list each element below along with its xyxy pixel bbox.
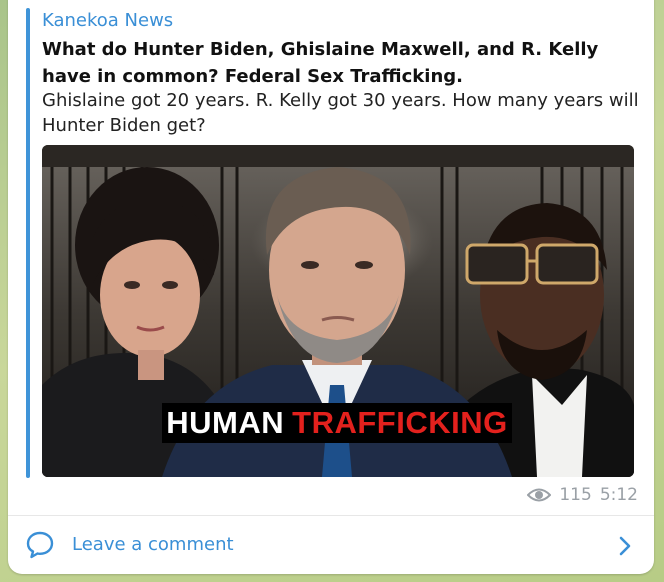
banner-text-white: HUMAN <box>166 405 285 440</box>
post-time: 5:12 <box>599 485 638 505</box>
post-headline: What do Hunter Biden, Ghislaine Maxwell,… <box>42 39 599 87</box>
post-meta: 115 5:12 <box>527 485 638 505</box>
post-image[interactable]: HUMAN TRAFFICKING <box>42 145 634 477</box>
eye-icon <box>527 488 552 502</box>
image-caption-banner: HUMAN TRAFFICKING <box>162 403 512 443</box>
banner-text-red: TRAFFICKING <box>292 405 508 440</box>
leave-comment-button[interactable]: Leave a comment <box>8 516 654 576</box>
chevron-right-icon <box>619 536 631 556</box>
quote-bar <box>26 8 30 478</box>
comment-bubble-icon <box>26 531 54 559</box>
view-count: 115 <box>559 485 592 505</box>
post-body: Ghislaine got 20 years. R. Kelly got 30 … <box>42 90 639 136</box>
channel-name[interactable]: Kanekoa News <box>42 10 173 31</box>
comment-label: Leave a comment <box>72 534 234 555</box>
